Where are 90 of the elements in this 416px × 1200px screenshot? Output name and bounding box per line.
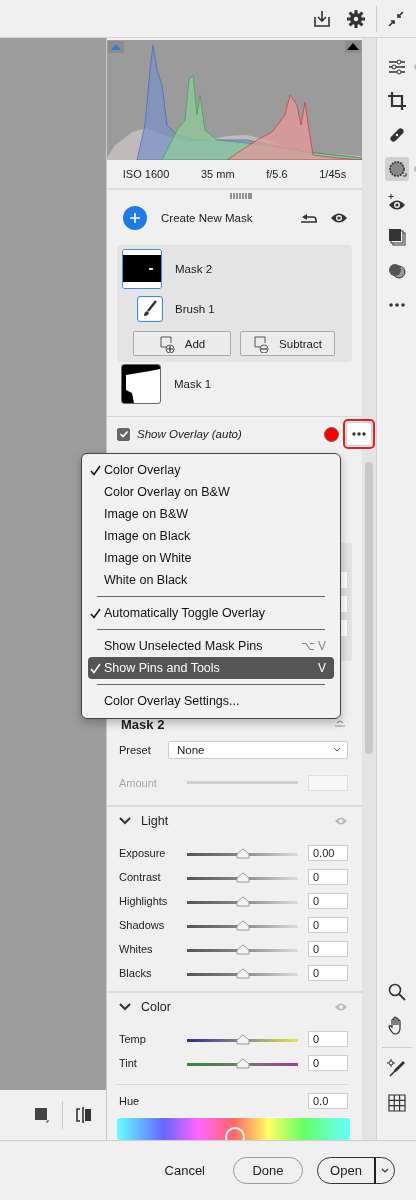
crop-icon[interactable] xyxy=(386,91,407,111)
slider-label: Amount xyxy=(119,776,158,789)
slider-label: Shadows xyxy=(119,919,166,931)
shortcut-label: ⌥ V xyxy=(300,639,326,653)
scrollbar[interactable] xyxy=(365,462,373,754)
slider-label: Hue xyxy=(119,1095,141,1107)
done-button[interactable]: Done xyxy=(233,1157,303,1184)
slider-label: Exposure xyxy=(119,847,167,859)
field-label: Preset xyxy=(119,743,152,756)
more-button[interactable] xyxy=(346,422,372,446)
grip-icon[interactable] xyxy=(229,193,252,199)
add-mask-icon xyxy=(158,334,177,353)
slider-thumb[interactable] xyxy=(235,1058,250,1069)
sliders-icon[interactable] xyxy=(386,57,407,77)
menu-item[interactable]: Show Pins and Tools V xyxy=(88,657,334,679)
slider-thumb[interactable] xyxy=(235,872,250,883)
create-mask-label[interactable]: Create New Mask xyxy=(161,212,253,224)
shortcut-label: V xyxy=(318,661,326,675)
clipping-warning-icon[interactable] xyxy=(108,41,124,53)
brush-icon[interactable] xyxy=(137,296,163,322)
slider-thumb[interactable] xyxy=(235,968,250,979)
value-field[interactable]: 0 xyxy=(308,893,348,909)
layers-icon[interactable] xyxy=(386,227,407,247)
menu-item[interactable]: Image on White xyxy=(88,547,334,569)
slider-label: Contrast xyxy=(119,871,162,883)
exposure-info: ISO 1600 xyxy=(122,168,170,180)
menu-item[interactable]: Color Overlay on B&W xyxy=(88,481,334,503)
overlay-label[interactable]: Show Overlay (auto) xyxy=(137,428,242,440)
slider-thumb[interactable] xyxy=(235,1034,250,1045)
subtract-mask-icon xyxy=(253,334,272,353)
eye-icon[interactable] xyxy=(330,211,348,225)
add-icon[interactable] xyxy=(123,206,147,230)
value-field[interactable]: 0 xyxy=(308,917,348,933)
mask-name[interactable]: Mask 2 xyxy=(175,263,213,275)
value-field[interactable]: 0.00 xyxy=(308,845,348,861)
value-field[interactable]: 0 xyxy=(308,965,348,981)
add-button[interactable]: Add xyxy=(133,331,231,356)
slider-thumb[interactable] xyxy=(235,920,250,931)
slider-label: Whites xyxy=(119,943,154,955)
compare-icon[interactable] xyxy=(74,1106,93,1124)
menu-item[interactable]: Show Unselected Mask Pins ⌥ V xyxy=(88,635,334,657)
search-icon[interactable] xyxy=(386,982,407,1002)
checkbox[interactable] xyxy=(117,427,130,441)
slider-thumb[interactable] xyxy=(235,944,250,955)
exposure-info: 35 mm xyxy=(200,168,235,180)
collapse-icon[interactable] xyxy=(387,9,405,28)
more-icon xyxy=(352,432,366,436)
menu-item[interactable]: Color Overlay Settings... xyxy=(88,690,334,712)
slider-thumb[interactable] xyxy=(235,848,250,859)
grid-icon[interactable] xyxy=(386,1093,407,1113)
exposure-info: f/5.6 xyxy=(266,168,288,180)
mask-thumbnail[interactable] xyxy=(121,364,161,404)
slider-label: Blacks xyxy=(119,967,153,979)
section-title: Light xyxy=(141,814,169,828)
section-title: Color xyxy=(141,1000,171,1014)
chevron-icon[interactable] xyxy=(119,1002,131,1012)
caret-icon[interactable] xyxy=(380,1166,390,1175)
download-icon[interactable] xyxy=(312,8,332,29)
clipping-warning-icon[interactable] xyxy=(345,41,361,53)
eyedropper-icon[interactable] xyxy=(386,1059,407,1079)
chevron-icon[interactable] xyxy=(119,816,131,826)
hue-slider[interactable] xyxy=(117,1117,350,1140)
cancel-button[interactable]: Cancel xyxy=(156,1159,213,1182)
menu-item[interactable]: Automatically Toggle Overlay xyxy=(88,602,334,624)
menu-item[interactable]: Color Overlay xyxy=(88,459,334,481)
mask-icon[interactable] xyxy=(386,159,407,179)
settings-icon[interactable] xyxy=(346,8,366,29)
slider-label: Highlights xyxy=(119,895,168,907)
value-field[interactable]: 0.0 xyxy=(308,1093,348,1109)
slider-label: Tint xyxy=(119,1057,138,1069)
menu-item[interactable]: White on Black xyxy=(88,569,334,591)
value-field[interactable]: 0 xyxy=(308,1055,348,1071)
slider-label: Temp xyxy=(119,1033,147,1045)
value-field[interactable]: 0 xyxy=(308,941,348,957)
value-field[interactable]: 0 xyxy=(308,1031,348,1047)
brush-name[interactable]: Brush 1 xyxy=(175,303,215,315)
square-icon[interactable] xyxy=(33,1107,50,1123)
subtract-button[interactable]: Subtract xyxy=(240,331,335,356)
value-field[interactable]: 0 xyxy=(308,869,348,885)
exposure-info: 1/45s xyxy=(319,168,347,180)
preset-dropdown[interactable]: None xyxy=(168,740,348,759)
circles-icon[interactable] xyxy=(386,261,407,281)
mask-name[interactable]: Mask 1 xyxy=(174,378,212,390)
menu-item[interactable]: Image on B&W xyxy=(88,503,334,525)
menu-item[interactable]: Image on Black xyxy=(88,525,334,547)
caret-icon xyxy=(333,746,341,753)
mask-thumbnail[interactable] xyxy=(122,249,162,289)
color-dot[interactable] xyxy=(324,426,339,442)
section-title: Mask 2 xyxy=(121,716,165,732)
slider-thumb[interactable] xyxy=(235,896,250,907)
